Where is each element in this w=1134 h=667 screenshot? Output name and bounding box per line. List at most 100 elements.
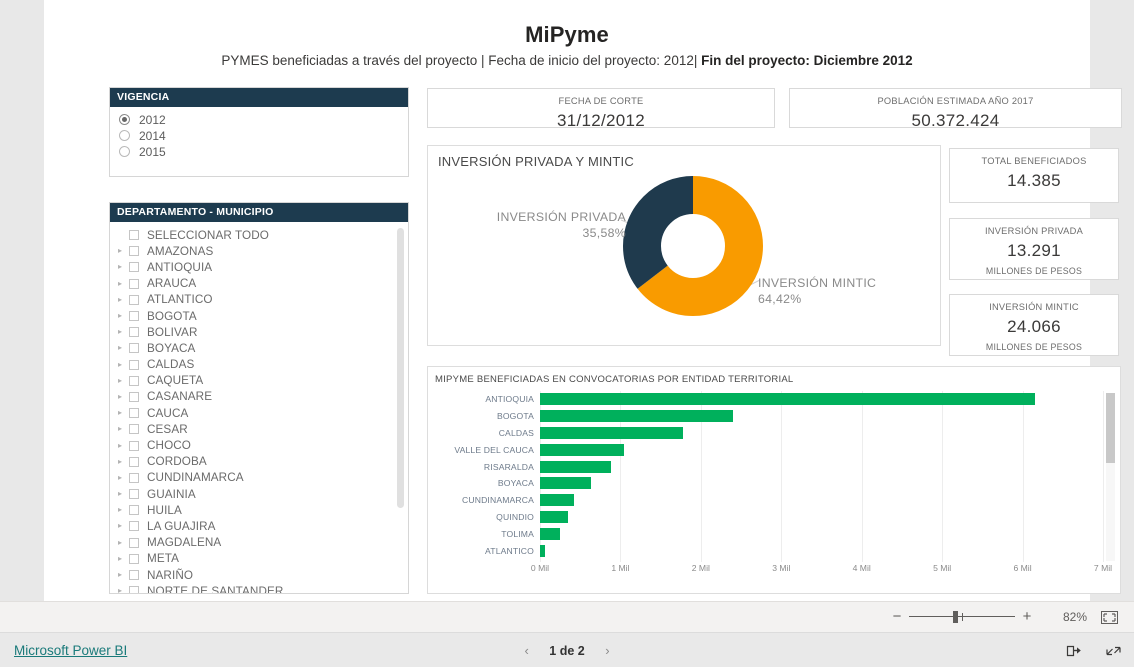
chevron-right-icon[interactable]: ▸ [118, 295, 129, 305]
chevron-right-icon[interactable]: ▸ [118, 279, 129, 289]
checkbox-icon[interactable] [129, 230, 139, 241]
bar-row[interactable]: RISARALDA [428, 458, 1120, 475]
bar-fill[interactable] [540, 544, 545, 557]
checkbox-icon[interactable] [129, 456, 139, 467]
checkbox-icon[interactable] [129, 246, 139, 257]
chevron-right-icon[interactable]: ▸ [118, 570, 129, 580]
checkbox-icon[interactable] [129, 440, 139, 451]
checkbox-icon[interactable] [129, 262, 139, 273]
bar-fill[interactable] [540, 410, 734, 423]
checkbox-icon[interactable] [129, 537, 139, 548]
departamento-item[interactable]: ▸ META [110, 551, 408, 567]
scrollbar-thumb[interactable] [397, 228, 404, 508]
checkbox-icon[interactable] [129, 391, 139, 402]
zoom-in-button[interactable]: + [1019, 609, 1035, 624]
bar-fill[interactable] [540, 477, 592, 490]
vigencia-option-2015[interactable]: 2015 [119, 144, 408, 159]
donut-slices[interactable] [623, 176, 763, 316]
bar-fill[interactable] [540, 443, 624, 456]
zoom-slider[interactable] [909, 610, 1015, 624]
chevron-right-icon[interactable]: ▸ [118, 521, 129, 531]
checkbox-icon[interactable] [129, 359, 139, 370]
checkbox-icon[interactable] [129, 327, 139, 338]
bar-row[interactable]: CALDAS [428, 425, 1120, 442]
checkbox-icon[interactable] [129, 505, 139, 516]
checkbox-icon[interactable] [129, 408, 139, 419]
departamento-item[interactable]: ▸ CORDOBA [110, 454, 408, 470]
departamento-item[interactable]: ▸ MAGDALENA [110, 535, 408, 551]
departamento-item[interactable]: ▸ BOGOTA [110, 308, 408, 324]
chevron-right-icon[interactable]: ▸ [118, 441, 129, 451]
next-page-button[interactable]: › [605, 643, 609, 658]
departamento-item[interactable]: ▸ BOYACA [110, 340, 408, 356]
bar-fill[interactable] [540, 510, 569, 523]
bar-row[interactable]: ATLANTICO [428, 542, 1120, 559]
share-icon[interactable] [1066, 642, 1083, 658]
checkbox-icon[interactable] [129, 375, 139, 386]
departamento-item[interactable]: ▸ CALDAS [110, 357, 408, 373]
departamento-item[interactable]: ▸ ANTIOQUIA [110, 259, 408, 275]
chevron-right-icon[interactable]: ▸ [118, 505, 129, 515]
departamento-item[interactable]: ▸ ARAUCA [110, 276, 408, 292]
departamento-scrollbar[interactable] [397, 228, 404, 591]
departamento-item[interactable]: ▸ ATLANTICO [110, 292, 408, 308]
chevron-right-icon[interactable]: ▸ [118, 392, 129, 402]
chevron-right-icon[interactable]: ▸ [118, 360, 129, 370]
departamento-item[interactable]: ▸ GUAINIA [110, 486, 408, 502]
vigencia-option-2014[interactable]: 2014 [119, 128, 408, 143]
bar-fill[interactable] [540, 393, 1035, 406]
checkbox-icon[interactable] [129, 521, 139, 532]
bar-row[interactable]: BOGOTA [428, 408, 1120, 425]
vigencia-option-2012[interactable]: 2012 [119, 112, 408, 127]
previous-page-button[interactable]: ‹ [524, 643, 528, 658]
departamento-item[interactable]: ▸ CHOCO [110, 437, 408, 453]
bar-row[interactable]: TOLIMA [428, 525, 1120, 542]
checkbox-icon[interactable] [129, 586, 139, 593]
fullscreen-icon[interactable] [1105, 642, 1122, 658]
chevron-right-icon[interactable]: ▸ [118, 424, 129, 434]
checkbox-icon[interactable] [129, 311, 139, 322]
scrollbar-thumb[interactable] [1106, 393, 1115, 463]
bar-row[interactable]: QUINDIO [428, 509, 1120, 526]
departamento-tree-list[interactable]: SELECCIONAR TODO ▸ AMAZONAS ▸ ANTIOQUIA ▸ ARAU… [110, 222, 408, 593]
bar-row[interactable]: VALLE DEL CAUCA [428, 441, 1120, 458]
bar-chart-scrollbar[interactable] [1106, 393, 1115, 561]
departamento-item[interactable]: ▸ NORTE DE SANTANDER [110, 583, 408, 593]
bar-row[interactable]: ANTIOQUIA [428, 391, 1120, 408]
chevron-right-icon[interactable]: ▸ [118, 457, 129, 467]
zoom-out-button[interactable]: − [889, 609, 905, 624]
chevron-right-icon[interactable]: ▸ [118, 554, 129, 564]
chevron-right-icon[interactable]: ▸ [118, 311, 129, 321]
departamento-item[interactable]: ▸ CESAR [110, 421, 408, 437]
departamento-item[interactable]: ▸ CASANARE [110, 389, 408, 405]
bar-fill[interactable] [540, 494, 574, 507]
departamento-item[interactable]: ▸ NARIÑO [110, 567, 408, 583]
departamento-item[interactable]: ▸ BOLIVAR [110, 324, 408, 340]
departamento-item[interactable]: ▸ HUILA [110, 502, 408, 518]
fit-to-page-icon[interactable] [1101, 610, 1118, 624]
checkbox-icon[interactable] [129, 294, 139, 305]
bar-fill[interactable] [540, 426, 684, 439]
chevron-right-icon[interactable]: ▸ [118, 343, 129, 353]
checkbox-icon[interactable] [129, 553, 139, 564]
departamento-item[interactable]: ▸ CAUCA [110, 405, 408, 421]
chevron-right-icon[interactable]: ▸ [118, 408, 129, 418]
bar-fill[interactable] [540, 460, 611, 473]
chevron-right-icon[interactable]: ▸ [118, 327, 129, 337]
checkbox-icon[interactable] [129, 472, 139, 483]
checkbox-icon[interactable] [129, 489, 139, 500]
departamento-item[interactable]: ▸ CAQUETA [110, 373, 408, 389]
bar-fill[interactable] [540, 527, 561, 540]
slider-handle[interactable] [953, 611, 958, 623]
checkbox-icon[interactable] [129, 424, 139, 435]
departamento-item[interactable]: SELECCIONAR TODO [110, 227, 408, 243]
checkbox-icon[interactable] [129, 343, 139, 354]
bar-row[interactable]: CUNDINAMARCA [428, 492, 1120, 509]
chevron-right-icon[interactable]: ▸ [118, 376, 129, 386]
checkbox-icon[interactable] [129, 570, 139, 581]
chevron-right-icon[interactable]: ▸ [118, 246, 129, 256]
departamento-item[interactable]: ▸ CUNDINAMARCA [110, 470, 408, 486]
chevron-right-icon[interactable]: ▸ [118, 538, 129, 548]
departamento-item[interactable]: ▸ AMAZONAS [110, 243, 408, 259]
departamento-item[interactable]: ▸ LA GUAJIRA [110, 518, 408, 534]
